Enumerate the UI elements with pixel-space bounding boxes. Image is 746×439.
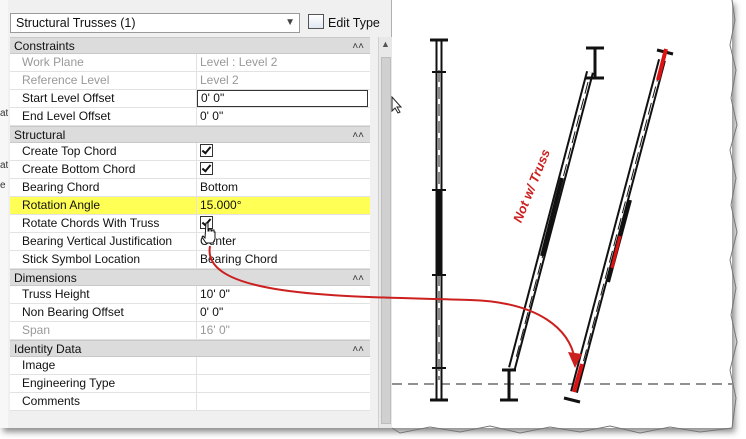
- hand-cursor-icon: [201, 222, 216, 244]
- arrow-cursor-icon: [391, 96, 403, 114]
- screenshot-frame: at at e Structural Trusses (1) ▼ Edit Ty…: [0, 0, 732, 428]
- annotation-arrow: [208, 245, 582, 368]
